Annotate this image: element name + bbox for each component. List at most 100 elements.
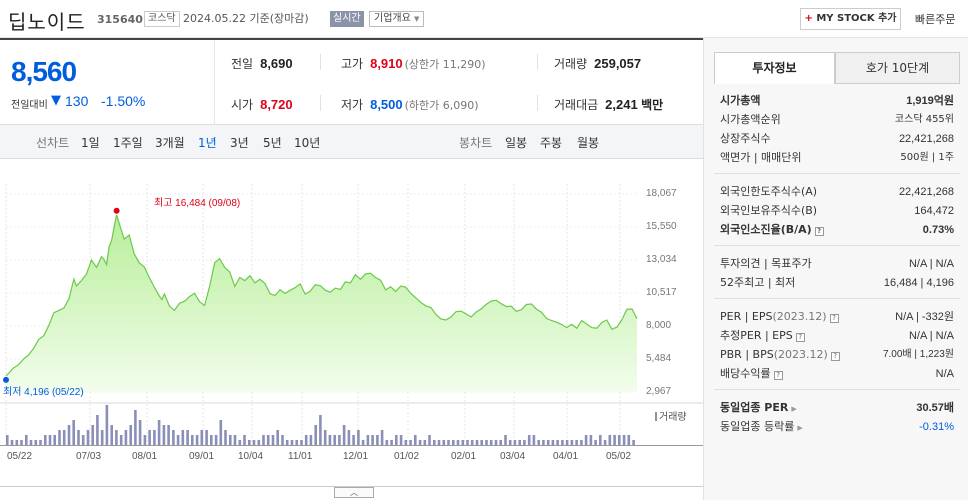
market-badge: 코스닥: [144, 11, 180, 27]
volume-bar: [167, 425, 170, 445]
y-tick: 18,067: [646, 188, 677, 199]
tab-3m[interactable]: 3개월: [155, 134, 185, 151]
volume-bar: [580, 440, 583, 445]
volume-bar: [470, 440, 474, 445]
amount-value: 2,241: [605, 97, 638, 112]
quick-order-button[interactable]: 빠른주문: [915, 11, 955, 27]
low-label: 저가: [341, 98, 364, 112]
stock-code: 315640: [97, 13, 143, 26]
volume-bar: [437, 440, 441, 445]
y-tick: 13,034: [646, 254, 677, 265]
tab-3y[interactable]: 3년: [230, 134, 249, 151]
summary-divider: [214, 40, 215, 126]
tab-10y[interactable]: 10년: [294, 134, 320, 151]
volume-bar: [523, 440, 526, 445]
volume-bar: [409, 440, 412, 445]
volume-bar: [81, 435, 85, 445]
open-label: 시가: [231, 98, 254, 112]
cell-divider: [537, 95, 538, 111]
tab-1d[interactable]: 1일: [81, 134, 100, 151]
section-divider: [714, 245, 960, 246]
help-icon[interactable]: ?: [830, 352, 840, 361]
realtime-badge[interactable]: 실시간: [330, 11, 364, 27]
info-row[interactable]: 동일업종 등락률 ▶ -0.31%: [720, 418, 954, 436]
volume-bar: [29, 440, 33, 445]
help-icon[interactable]: ?: [773, 371, 783, 380]
week52-label: 52주최고 | 최저: [720, 276, 796, 289]
y-tick: 10,517: [646, 287, 677, 298]
change-label: 전일대비: [11, 100, 48, 111]
info-row: 배당수익률? N/A: [720, 365, 954, 383]
volume-bar: [323, 430, 327, 445]
volume-bar: [627, 435, 631, 445]
volume-bar: [39, 440, 42, 445]
volume-legend-swatch: [655, 412, 657, 421]
volume-bar: [385, 440, 389, 445]
my-stock-add-button[interactable]: + MY STOCK 추가: [800, 8, 901, 30]
opinion-label: 투자의견 | 목표주가: [720, 257, 812, 270]
high-cell: 고가 8,910 (상한가 11,290): [341, 55, 486, 72]
tab-order-book[interactable]: 호가 10단계: [835, 52, 960, 84]
sector-change-label: 동일업종 등락률: [720, 420, 795, 433]
foreign-limit-value: 22,421,268: [898, 186, 954, 198]
help-icon[interactable]: ?: [795, 333, 805, 342]
volume-bar: [428, 435, 431, 445]
volume-bar: [138, 420, 142, 445]
volume-bar: [494, 440, 498, 445]
tab-weekly-candle[interactable]: 주봉: [540, 134, 562, 151]
volume-bar: [546, 440, 550, 445]
high-value: 8,910: [370, 56, 403, 71]
volume-bar: [53, 435, 56, 445]
volume-bar: [119, 435, 123, 445]
volume-bar: [238, 440, 242, 445]
volume-bar: [105, 405, 109, 445]
volume-bar: [25, 435, 28, 445]
info-row[interactable]: 동일업종 PER ▶ 30.57배: [720, 399, 954, 417]
volume-bar: [480, 440, 483, 445]
listed-shares-label: 상장주식수: [720, 132, 771, 145]
volume-bar: [281, 435, 284, 445]
change-value: 130: [65, 93, 89, 109]
chart-collapse-button[interactable]: ︿: [334, 487, 374, 498]
per-label: PER | EPS: [720, 310, 773, 323]
volume-bar: [20, 440, 23, 445]
volume-bar: [176, 435, 180, 445]
volume-bar: [34, 440, 38, 445]
tab-5y[interactable]: 5년: [263, 134, 282, 151]
volume-bar: [143, 435, 147, 445]
volume-bar: [62, 430, 66, 445]
par-value-value: 500원 | 1주: [900, 152, 954, 163]
help-icon[interactable]: ?: [829, 314, 839, 323]
chevron-down-icon: ▼: [414, 15, 420, 23]
volume-bar: [561, 440, 564, 445]
volume-bar: [537, 440, 540, 445]
volume-bar: [352, 435, 355, 445]
company-info-dropdown[interactable]: 기업개요 ▼: [369, 11, 425, 27]
volume-bar: [565, 440, 569, 445]
volume-bar: [556, 440, 559, 445]
foreign-holding-value: 164,472: [914, 205, 954, 217]
market-cap-label: 시가총액: [720, 94, 761, 107]
volume-label: 거래량: [554, 57, 588, 71]
volume-bar: [129, 425, 132, 445]
price-chart[interactable]: 18,067 15,550 13,034 10,517 8,000 5,484 …: [0, 160, 703, 500]
volume-bar: [191, 435, 194, 445]
stock-header: 딥노이드 315640 코스닥 2024.05.22 기준(장마감) 실시간 기…: [0, 0, 968, 38]
info-row: PER | EPS(2023.12)? N/A | -332원: [720, 308, 954, 326]
volume-bar: [257, 440, 261, 445]
volume-bar: [589, 435, 593, 445]
week52-value: 16,484 | 4,196: [883, 277, 954, 289]
info-row: 외국인한도주식수(A) 22,421,268: [720, 183, 954, 201]
tab-daily-candle[interactable]: 일봉: [505, 134, 527, 151]
tab-investment-info[interactable]: 투자정보: [714, 52, 835, 84]
tab-1w[interactable]: 1주일: [113, 134, 143, 151]
help-icon[interactable]: ?: [814, 227, 824, 236]
tab-monthly-candle[interactable]: 월봉: [577, 134, 599, 151]
per-year: (2023.12): [772, 310, 827, 323]
tab-1y[interactable]: 1년: [198, 134, 217, 151]
volume-bar: [181, 430, 185, 445]
chevron-right-icon: ▶: [797, 424, 803, 432]
info-row: 외국인소진율(B/A)? 0.73%: [720, 221, 954, 239]
market-cap-rank-value: 코스닥 455위: [894, 114, 954, 125]
foreign-holding-label: 외국인보유주식수(B): [720, 204, 818, 217]
